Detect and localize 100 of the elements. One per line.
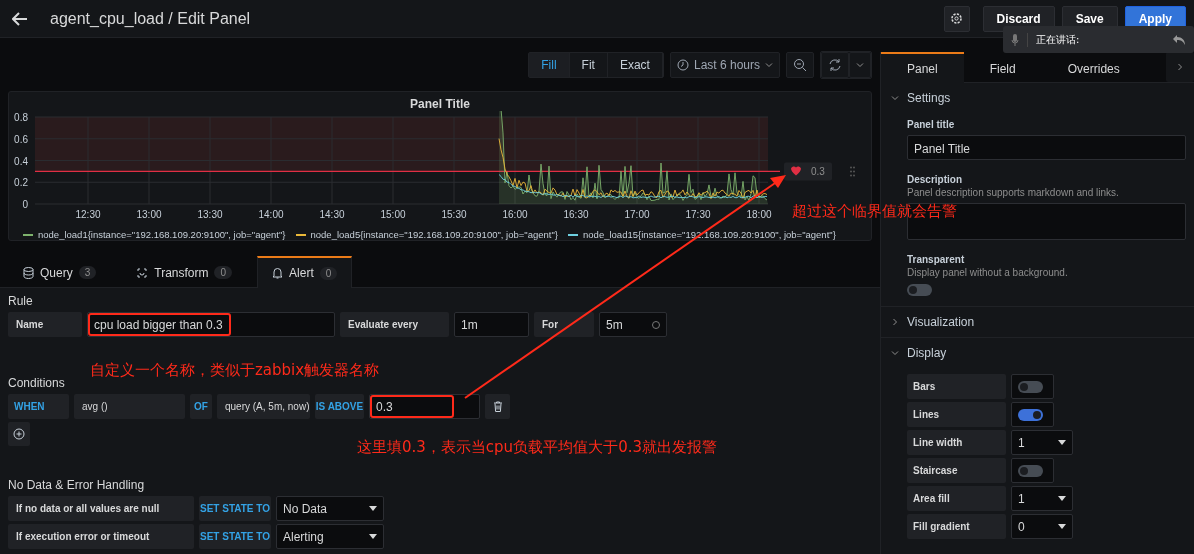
keyword-label: WHEN	[8, 394, 69, 419]
editor-tab[interactable]: Alert 0	[257, 256, 353, 288]
refresh-button[interactable]	[821, 51, 849, 78]
options-tab[interactable]: Field	[963, 52, 1042, 83]
axis-label: 13:30	[197, 209, 223, 220]
option-select[interactable]: 0	[1011, 514, 1073, 539]
tab-count: 3	[78, 266, 97, 279]
keyword-label: IS ABOVE	[315, 394, 364, 419]
option-select[interactable]: 1	[1011, 430, 1073, 455]
caret-icon	[1058, 524, 1066, 529]
delete-button[interactable]	[485, 394, 510, 419]
clock-icon	[676, 58, 689, 71]
editor-tab[interactable]: Transform 0	[121, 256, 248, 288]
editor-tab[interactable]: Query 3	[8, 256, 112, 288]
axis-label: 0	[22, 199, 28, 210]
axis-label: 16:00	[502, 209, 528, 220]
keyword-label: SET STATE TO	[199, 524, 271, 549]
chevron-down-icon	[891, 94, 899, 102]
settings-icon	[950, 12, 964, 25]
time-range-picker[interactable]: Last 6 hours	[669, 51, 780, 78]
voice-status: 正在讲话:	[1027, 32, 1164, 47]
caret-icon	[369, 506, 377, 511]
add-condition-button[interactable]	[8, 422, 30, 446]
section-header[interactable]: Settings	[891, 83, 951, 113]
axis-label: 14:30	[319, 209, 345, 220]
options-tab[interactable]: Panel	[881, 52, 964, 83]
threshold-value: 0.3	[811, 166, 825, 178]
legend-label[interactable]: node_load1{instance="192.168.109.20:9100", job="agent"}	[38, 229, 286, 240]
state-select[interactable]: No Data	[276, 496, 384, 521]
option-label: Line width	[907, 430, 1006, 455]
option-label: Description	[907, 174, 963, 185]
caret-icon	[1058, 440, 1066, 445]
name-input[interactable]: cpu load bigger than 0.3	[87, 312, 335, 337]
page-title: agent_cpu_load / Edit Panel	[50, 9, 252, 28]
option-help: Display panel without a background.	[907, 267, 1069, 278]
query-select[interactable]: query (A, 5m, now)	[217, 394, 310, 419]
threshold-input[interactable]: 0.3	[369, 394, 480, 419]
field-label: Evaluate every	[340, 312, 449, 337]
info-icon	[652, 320, 660, 329]
axis-label: 17:00	[624, 209, 650, 220]
toggle-switch[interactable]	[1018, 380, 1043, 393]
view-mode-button[interactable]: Fill	[529, 52, 570, 77]
toggle-switch[interactable]	[1018, 408, 1043, 421]
keyword-label: SET STATE TO	[199, 496, 271, 521]
axis-label: 0.2	[14, 177, 28, 189]
axis-label: 13:00	[136, 209, 162, 220]
tab-count: 0	[319, 266, 338, 280]
back-arrow-icon[interactable]	[12, 11, 28, 26]
panel-title-input[interactable]: Panel Title	[907, 135, 1186, 160]
heart-icon	[791, 166, 801, 176]
option-help: Panel description supports markdown and links.	[907, 187, 1120, 198]
chevron-down-icon	[765, 60, 773, 69]
axis-label: 0.6	[14, 133, 28, 145]
view-mode-button[interactable]: Exact	[607, 52, 663, 77]
drag-handle-icon	[850, 166, 855, 177]
panel-title: Panel Title	[410, 97, 470, 111]
axis-label: 18:00	[746, 209, 772, 220]
bell-icon	[272, 267, 284, 279]
section-header[interactable]: Display	[891, 338, 947, 368]
axis-label: 17:30	[685, 209, 711, 220]
refresh-icon	[828, 57, 842, 72]
microphone-icon	[1011, 33, 1019, 46]
settings-button[interactable]	[943, 5, 970, 32]
annotation-note: 超过这个临界值就会告警	[792, 202, 957, 221]
section-header[interactable]: Visualization	[891, 307, 975, 337]
reducer-select[interactable]: avg ()	[74, 394, 185, 419]
caret-icon	[1058, 496, 1066, 501]
option-select[interactable]: 1	[1011, 486, 1073, 511]
chevron-down-icon	[891, 349, 899, 357]
field-label: Name	[8, 312, 82, 337]
section-title: Conditions	[8, 376, 66, 390]
axis-label: 14:00	[258, 209, 284, 220]
field-label: If execution error or timeout	[8, 524, 194, 549]
axis-label: 12:30	[75, 209, 101, 220]
option-label: Fill gradient	[907, 514, 1006, 539]
state-select[interactable]: Alerting	[276, 524, 384, 549]
keyword-label: OF	[190, 394, 212, 419]
option-label: Panel title	[907, 119, 956, 130]
evaluate-input[interactable]: 1m	[454, 312, 529, 337]
zoom-out-button[interactable]	[786, 51, 814, 78]
chevron-down-icon	[856, 60, 864, 69]
annotation-note: 这里填0.3，表示当cpu负载平均值大于0.3就出发报警	[357, 438, 717, 457]
section-title: No Data & Error Handling	[8, 478, 146, 492]
chevron-right-icon	[891, 318, 899, 326]
toggle-switch[interactable]	[907, 284, 932, 296]
options-tab[interactable]: Overrides	[1041, 52, 1146, 83]
axis-label: 15:30	[441, 209, 467, 220]
chevron-right-icon	[1176, 63, 1184, 71]
for-input[interactable]: 5m	[599, 312, 667, 337]
toggle-switch[interactable]	[1018, 464, 1043, 477]
view-mode-button[interactable]: Fit	[569, 52, 608, 77]
option-label: Area fill	[907, 486, 1006, 511]
section-title: Rule	[8, 294, 34, 308]
undo-icon[interactable]	[1172, 33, 1186, 46]
axis-label: 16:30	[563, 209, 589, 220]
tab-count: 0	[214, 266, 233, 279]
legend-label[interactable]: node_load5{instance="192.168.109.20:9100", job="agent"}	[310, 229, 559, 240]
axis-label: 0.8	[14, 112, 28, 123]
threshold-handle[interactable]	[784, 162, 832, 181]
option-label: Bars	[907, 374, 1006, 399]
